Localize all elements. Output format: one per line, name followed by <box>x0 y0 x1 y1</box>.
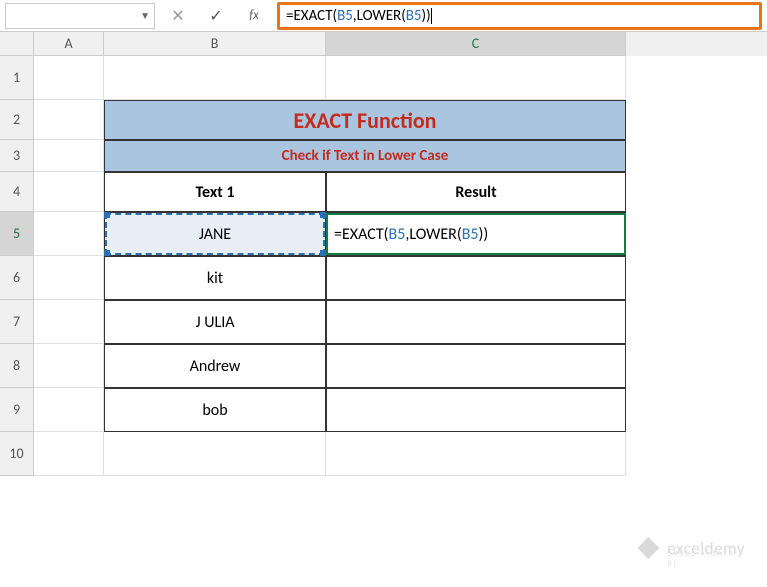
cell-B5[interactable]: JANE <box>104 212 326 256</box>
table-title[interactable]: EXACT Function <box>104 100 626 140</box>
spreadsheet-grid: A B C 1 2 EXACT Function 3 Check if Text… <box>0 32 767 476</box>
row-header-8[interactable]: 8 <box>0 344 34 388</box>
cancel-formula-button[interactable]: ✕ <box>163 3 193 29</box>
cell-A7[interactable] <box>34 300 104 344</box>
cell-B9[interactable]: bob <box>104 388 326 432</box>
select-all-corner[interactable] <box>0 32 34 56</box>
col-header-result[interactable]: Result <box>326 172 626 212</box>
col-header-A[interactable]: A <box>34 32 104 56</box>
cell-A8[interactable] <box>34 344 104 388</box>
cell-C7[interactable] <box>326 300 626 344</box>
cell-A5[interactable] <box>34 212 104 256</box>
cell-B6[interactable]: kit <box>104 256 326 300</box>
cell-B10[interactable] <box>104 432 326 476</box>
accept-formula-button[interactable]: ✓ <box>201 3 231 29</box>
cell-A2[interactable] <box>34 100 104 140</box>
row-header-1[interactable]: 1 <box>0 56 34 100</box>
cell-C5[interactable] <box>326 212 626 256</box>
chevron-down-icon[interactable]: ▼ <box>140 9 150 22</box>
cell-C6[interactable] <box>326 256 626 300</box>
row-header-6[interactable]: 6 <box>0 256 34 300</box>
table-subtitle[interactable]: Check if Text in Lower Case <box>104 140 626 172</box>
fx-icon[interactable]: fx <box>239 3 269 29</box>
rows: 1 2 EXACT Function 3 Check if Text in Lo… <box>0 56 767 476</box>
formula-bar: ▼ ✕ ✓ fx =EXACT(B5,LOWER(B5)) <box>0 0 767 32</box>
watermark: exceldemy EXCEL • DATA • BI <box>637 537 745 559</box>
row-header-5[interactable]: 5 <box>0 212 34 256</box>
cell-B1[interactable] <box>104 56 326 100</box>
cell-C10[interactable] <box>326 432 626 476</box>
formula-input[interactable]: =EXACT(B5,LOWER(B5)) <box>277 2 762 30</box>
watermark-tagline: EXCEL • DATA • BI <box>667 549 745 569</box>
row-header-10[interactable]: 10 <box>0 432 34 476</box>
cell-A6[interactable] <box>34 256 104 300</box>
cell-B8[interactable]: Andrew <box>104 344 326 388</box>
column-headers: A B C <box>0 32 767 56</box>
col-header-B[interactable]: B <box>104 32 326 56</box>
cell-A4[interactable] <box>34 172 104 212</box>
cell-C9[interactable] <box>326 388 626 432</box>
row-header-9[interactable]: 9 <box>0 388 34 432</box>
cell-B7[interactable]: J ULIA <box>104 300 326 344</box>
cell-C1[interactable] <box>326 56 626 100</box>
cell-A9[interactable] <box>34 388 104 432</box>
cell-A10[interactable] <box>34 432 104 476</box>
text-cursor <box>431 8 432 24</box>
row-header-2[interactable]: 2 <box>0 100 34 140</box>
name-box[interactable]: ▼ <box>5 3 155 29</box>
col-header-C[interactable]: C <box>326 32 626 56</box>
cell-A3[interactable] <box>34 140 104 172</box>
logo-icon <box>637 537 659 559</box>
cell-A1[interactable] <box>34 56 104 100</box>
row-header-7[interactable]: 7 <box>0 300 34 344</box>
cell-C8[interactable] <box>326 344 626 388</box>
col-header-text1[interactable]: Text 1 <box>104 172 326 212</box>
row-header-3[interactable]: 3 <box>0 140 34 172</box>
row-header-4[interactable]: 4 <box>0 172 34 212</box>
